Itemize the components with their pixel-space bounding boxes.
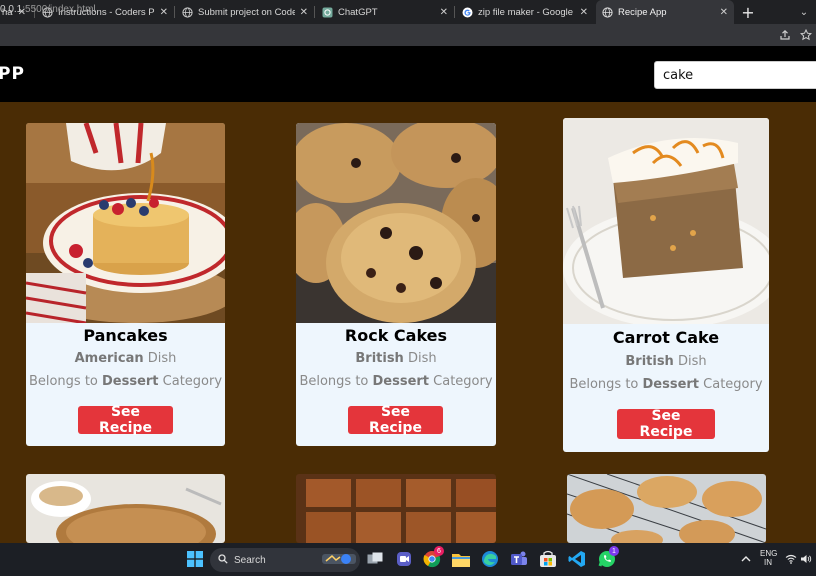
recipe-category-label: Category [158,374,223,389]
tab-title: zip file maker - Google Sear [478,6,575,18]
volume-icon[interactable] [799,548,813,570]
microsoft-store-icon[interactable] [537,548,559,570]
address-bar[interactable] [0,24,816,46]
recipe-dish-label: Dish [403,351,437,366]
tab-separator [174,6,175,18]
task-view-icon[interactable] [364,548,386,570]
tab-submit-project[interactable]: Submit project on Coders Pa ✕ [176,0,314,24]
vscode-icon[interactable] [566,548,588,570]
taskbar-search-label: Search [234,554,266,566]
url-path: :5500/index.html [22,4,96,15]
wifi-icon[interactable] [784,548,798,570]
see-recipe-button[interactable]: See Recipe [348,404,443,436]
taskbar-search-box[interactable]: Search [210,548,360,572]
show-hidden-icons-chevron-up-icon[interactable] [735,548,757,570]
url-text[interactable]: 0.0.1:5500/index.html [0,4,96,15]
recipe-image-rock-cakes [296,123,496,323]
recipe-card-partial [567,474,766,543]
recipe-image-carrot-cake [563,118,769,324]
tab-recipe-app[interactable]: Recipe App ✕ [596,0,734,24]
file-explorer-icon[interactable] [450,548,472,570]
search-highlight-icon [322,552,356,569]
tab-separator [454,6,455,18]
recipe-category-line: Belongs to Dessert Category [26,374,225,389]
recipe-belongs-label: Belongs to [299,374,373,389]
tab-title: Submit project on Coders Pa [198,6,295,18]
tab-google-search[interactable]: zip file maker - Google Sear ✕ [456,0,594,24]
share-icon[interactable] [778,28,792,42]
recipe-area: British [625,354,674,369]
recipe-card-rock-cakes: Rock Cakes British Dish Belongs to Desse… [296,123,496,446]
recipe-dish-label: Dish [143,351,177,366]
recipe-category: Dessert [642,377,700,392]
recipe-image-pancakes [26,123,225,323]
close-icon[interactable]: ✕ [160,7,168,18]
close-icon[interactable]: ✕ [440,7,448,18]
windows-start-icon[interactable] [184,548,206,570]
tab-separator [314,6,315,18]
url-host: 0.0.1 [0,4,23,15]
teams-icon[interactable] [508,548,530,570]
globe-icon [182,6,193,18]
recipe-image [26,474,225,543]
recipe-category-line: Belongs to Dessert Category [296,374,496,389]
recipe-search-input[interactable] [654,61,816,89]
tab-chatgpt[interactable]: ChatGPT ✕ [316,0,454,24]
recipe-card-carrot-cake: Carrot Cake British Dish Belongs to Dess… [563,118,769,452]
search-icon [218,553,228,567]
whatsapp-icon[interactable]: 1 [596,546,619,570]
recipe-name: Carrot Cake [612,328,720,347]
recipe-category: Dessert [372,374,430,389]
chrome-badge: 6 [434,546,444,556]
meet-now-icon[interactable] [393,548,415,570]
language-indicator[interactable]: ENG IN [760,549,777,567]
google-icon [462,7,473,18]
see-recipe-button[interactable]: See Recipe [78,404,173,436]
recipe-image [567,474,766,543]
recipe-area: British [355,351,404,366]
bookmark-star-icon[interactable] [799,28,813,42]
app-title: PP [0,64,25,84]
recipe-name: Pancakes [83,326,168,345]
recipe-area-line: American Dish [26,351,225,366]
recipe-card-partial [26,474,225,543]
recipe-area-line: British Dish [563,354,769,369]
globe-icon [602,6,613,18]
recipe-category: Dessert [102,374,159,389]
keyboard-region: IN [764,558,772,567]
language-code: ENG [760,549,778,558]
recipe-card-partial [296,474,496,543]
close-icon[interactable]: ✕ [300,7,308,18]
recipe-area-line: British Dish [296,351,496,366]
recipe-category-label: Category [699,377,763,392]
recipe-card-pancakes: Pancakes American Dish Belongs to Desser… [26,123,225,446]
recipe-category-label: Category [429,374,493,389]
close-icon[interactable]: ✕ [580,7,588,18]
recipe-belongs-label: Belongs to [569,377,643,392]
recipe-category-line: Belongs to Dessert Category [563,377,769,392]
see-recipe-button[interactable]: See Recipe [617,408,715,440]
recipe-dish-label: Dish [673,354,707,369]
recipe-image [296,474,496,543]
recipe-area: American [74,351,144,366]
edge-icon[interactable] [479,548,501,570]
close-icon[interactable]: ✕ [720,7,728,18]
recipe-belongs-label: Belongs to [28,374,102,389]
tab-title: ChatGPT [338,6,378,18]
tab-search-chevron-icon[interactable]: ⌄ [796,0,812,24]
whatsapp-badge: 1 [609,546,619,556]
chatgpt-icon [322,7,333,18]
chrome-icon[interactable]: 6 [421,546,444,570]
recipe-name: Rock Cakes [344,326,448,345]
tab-title: Recipe App [618,6,667,18]
new-tab-button[interactable]: + [738,0,758,24]
